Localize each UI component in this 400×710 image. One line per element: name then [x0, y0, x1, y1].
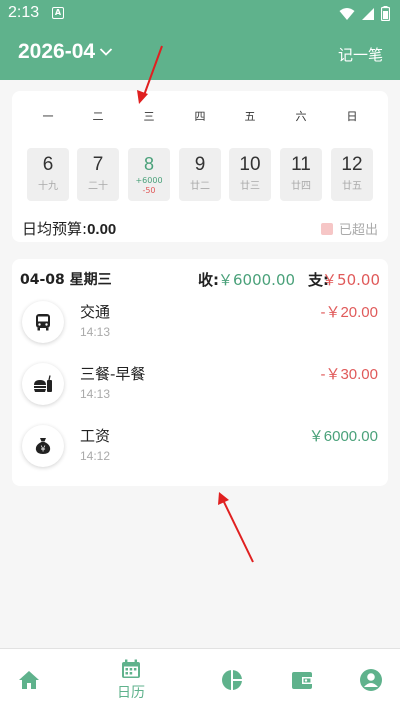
day-cell[interactable]: 9 廿二 — [179, 148, 221, 201]
pie-chart-icon — [222, 670, 242, 690]
expense-total: ￥50.00 — [322, 271, 380, 289]
transaction-time: 14:12 — [80, 449, 111, 463]
signal-icon — [362, 7, 374, 20]
day-detail-card: 04-08 星期三 收: ￥6000.00 支: ￥50.00 交通 14:13… — [12, 259, 388, 486]
transaction-amount: ￥6000.00 — [308, 428, 378, 445]
month-selector[interactable]: 2026-04 — [18, 40, 113, 64]
day-cell[interactable]: 11 廿四 — [280, 148, 322, 201]
weekday-label: 二 — [92, 110, 104, 123]
profile-icon — [360, 669, 382, 691]
day-number: 10 — [239, 154, 261, 175]
nav-profile[interactable] — [331, 649, 400, 710]
budget-label: 日均预算: — [22, 220, 88, 238]
transaction-row[interactable]: 交通 14:13 -￥20.00 — [12, 295, 388, 351]
lunar-date: 廿三 — [240, 181, 260, 192]
bottom-nav: 日历 — [0, 648, 400, 710]
day-number: 7 — [92, 154, 104, 175]
day-number: 6 — [42, 154, 54, 175]
day-cell[interactable]: 7 二十 — [77, 148, 119, 201]
day-cell[interactable]: 10 廿三 — [229, 148, 271, 201]
day-income: +6000 — [135, 176, 163, 185]
home-icon — [19, 671, 39, 689]
lunar-date: 廿五 — [342, 181, 362, 192]
transaction-name: 交通 — [80, 303, 111, 321]
weekday-label: 五 — [244, 110, 256, 123]
status-time: 2:13 — [8, 4, 40, 21]
transaction-amount: -￥20.00 — [320, 304, 378, 321]
calendar-icon — [122, 659, 140, 678]
day-cell-today[interactable]: 8 +6000 -50 — [128, 148, 170, 201]
system-icons — [339, 6, 390, 21]
battery-icon — [381, 6, 390, 21]
lunar-date: 廿四 — [291, 181, 311, 192]
weekday-label: 日 — [346, 110, 358, 123]
budget-value: 0.00 — [87, 221, 117, 238]
lunar-date: 十九 — [38, 181, 58, 192]
category-icon-circle: ¥ — [22, 425, 64, 467]
svg-text:¥: ¥ — [40, 445, 45, 454]
day-number: 12 — [341, 154, 363, 175]
weekday-label: 一 — [42, 110, 54, 123]
day-summary: 04-08 星期三 收: ￥6000.00 支: ￥50.00 — [20, 269, 380, 291]
lunar-date: 二十 — [88, 181, 108, 192]
nav-wallet[interactable] — [262, 649, 342, 710]
wifi-icon — [339, 7, 355, 20]
overspent-legend: 已超出 — [320, 219, 378, 238]
day-date: 04-08 星期三 — [20, 272, 112, 288]
chevron-down-icon — [99, 48, 113, 56]
transaction-time: 14:13 — [80, 325, 111, 339]
nav-calendar-label: 日历 — [117, 685, 145, 701]
category-icon-circle — [22, 363, 64, 405]
transaction-name: 三餐-早餐 — [80, 365, 146, 383]
day-cell[interactable]: 12 廿五 — [331, 148, 373, 201]
day-number: 8 — [143, 154, 154, 174]
daily-budget[interactable]: 日均预算:0.00 — [22, 218, 116, 239]
a-icon: A — [52, 7, 64, 19]
meal-icon — [34, 375, 52, 392]
annotation-arrow — [222, 499, 254, 563]
month-label: 2026-04 — [18, 40, 96, 63]
day-number: 9 — [194, 154, 206, 175]
day-number: 11 — [291, 154, 311, 175]
nav-calendar[interactable]: 日历 — [91, 649, 171, 710]
overspent-swatch — [320, 222, 333, 235]
day-cell[interactable]: 6 十九 — [27, 148, 69, 201]
income-label: 收: — [198, 271, 219, 289]
record-button[interactable]: 记一笔 — [338, 44, 383, 65]
weekday-label: 三 — [143, 110, 155, 123]
transaction-amount: -￥30.00 — [320, 366, 378, 383]
calendar-card: 一 二 三 四 五 六 日 6 十九 7 二十 8 +6000 -50 9 廿二… — [12, 91, 388, 242]
weekday-label: 四 — [194, 110, 206, 123]
category-icon-circle — [22, 301, 64, 343]
lunar-date: 廿二 — [190, 181, 210, 192]
nav-home[interactable] — [0, 649, 69, 710]
transaction-time: 14:13 — [80, 387, 111, 401]
nav-stats[interactable] — [192, 649, 272, 710]
transaction-row[interactable]: ¥ 工资 14:12 ￥6000.00 — [12, 419, 388, 475]
money-bag-icon: ¥ — [35, 438, 51, 454]
annotation-arrowhead — [218, 492, 229, 505]
app-bar: 2026-04 记一笔 — [0, 28, 400, 80]
wallet-icon — [292, 672, 312, 689]
overspent-label: 已超出 — [338, 223, 378, 238]
weekday-label: 六 — [295, 110, 307, 123]
day-expense: -50 — [142, 186, 156, 195]
income-total: ￥6000.00 — [218, 271, 296, 289]
transaction-name: 工资 — [80, 427, 111, 445]
transaction-row[interactable]: 三餐-早餐 14:13 -￥30.00 — [12, 357, 388, 413]
status-bar: 2:13 A — [0, 0, 400, 28]
bus-icon — [36, 314, 50, 331]
